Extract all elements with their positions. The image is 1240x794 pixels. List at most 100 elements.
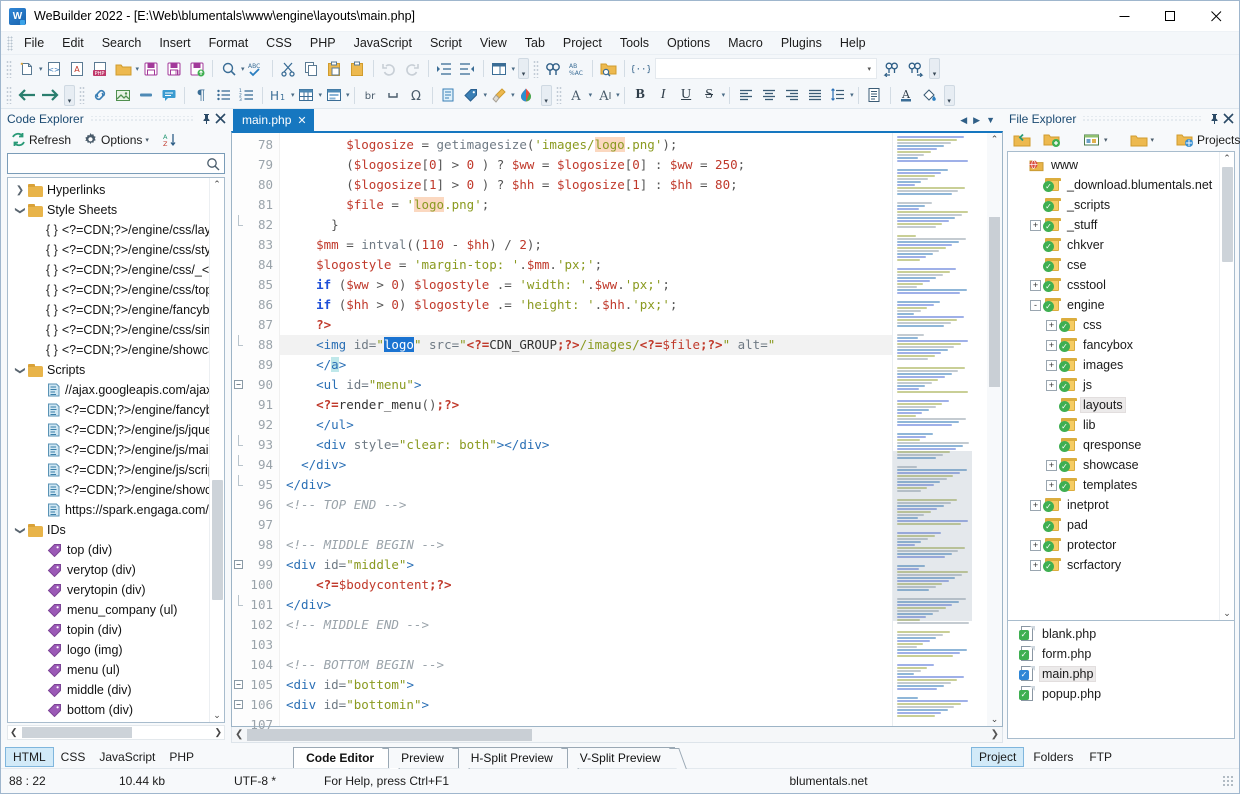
code-line[interactable]: $logostyle = 'margin-top: '.$mm.'px;';	[280, 255, 892, 275]
code-explorer-item[interactable]: { }<?=CDN;?>/engine/css/style	[8, 240, 209, 260]
file-tree-item[interactable]: +✓showcase	[1008, 455, 1219, 475]
toolbar-overflow-3[interactable]: ▾	[64, 85, 75, 106]
panel-drag-dots[interactable]	[90, 116, 193, 122]
clipboard-icon[interactable]	[346, 57, 369, 80]
file-tree-item[interactable]: +✓js	[1008, 375, 1219, 395]
code-line[interactable]: ?>	[280, 315, 892, 335]
scroll-up-icon[interactable]: ⌃	[1223, 153, 1231, 164]
code-line[interactable]: </div>	[280, 475, 892, 495]
close-icon[interactable]	[213, 112, 227, 126]
code-explorer-item[interactable]: middle (div)	[8, 680, 209, 700]
code-explorer-item[interactable]: <?=CDN;?>/engine/js/main.	[8, 440, 209, 460]
new-file-caret[interactable]: ▾	[39, 65, 43, 73]
font-color-icon[interactable]: A	[895, 84, 918, 107]
code-explorer-item[interactable]: top (div)	[8, 540, 209, 560]
panel-layout-icon[interactable]	[488, 57, 511, 80]
code-explorer-item[interactable]: menu_company (ul)	[8, 600, 209, 620]
code-line[interactable]: ($logosize[1] > 0 ) ? $hh = $logosize[1]…	[280, 175, 892, 195]
editor-scroll-right-icon[interactable]: ❯	[991, 729, 999, 740]
code-line[interactable]: <div id="bottom">	[280, 675, 892, 695]
folder-select-caret[interactable]: ▾	[1151, 136, 1155, 144]
menu-php[interactable]: PHP	[301, 33, 345, 53]
code-minimap[interactable]	[892, 133, 987, 726]
file-tree-item[interactable]: ✓_download.blumentals.net	[1008, 175, 1219, 195]
align-center-icon[interactable]	[757, 84, 780, 107]
table-icon[interactable]	[295, 84, 318, 107]
file-tree-item[interactable]: ✓cse	[1008, 255, 1219, 275]
file-list-item[interactable]: ✓main.php	[1008, 664, 1234, 684]
scroll-down-icon[interactable]: ⌄	[213, 710, 221, 721]
find-icon[interactable]	[217, 57, 240, 80]
align-right-icon[interactable]	[780, 84, 803, 107]
file-tree-item[interactable]: www	[1008, 155, 1219, 175]
expand-toggle[interactable]: +	[1043, 480, 1060, 491]
fold-collapse-icon[interactable]: −	[234, 680, 243, 689]
code-explorer-hscrollbar[interactable]: ❮ ❯	[7, 725, 225, 740]
cut-icon[interactable]	[277, 57, 300, 80]
code-line[interactable]	[280, 635, 892, 655]
code-line[interactable]: </div>	[280, 595, 892, 615]
explorer-tab-folders[interactable]: Folders	[1026, 748, 1080, 766]
editor-scrollbar[interactable]: ⌃ ⌄	[987, 133, 1002, 726]
menu-macro[interactable]: Macro	[719, 33, 772, 53]
font-size-icon[interactable]: A	[592, 84, 615, 107]
menu-script[interactable]: Script	[421, 33, 471, 53]
code-line[interactable]: <?=$bodycontent;?>	[280, 575, 892, 595]
code-explorer-item[interactable]: { }<?=CDN;?>/engine/css/layo	[8, 220, 209, 240]
align-left-icon[interactable]	[734, 84, 757, 107]
hscroll-thumb[interactable]	[22, 727, 132, 738]
code-line[interactable]: ($logosize[0] > 0 ) ? $ww = $logosize[0]…	[280, 155, 892, 175]
pin-icon[interactable]	[1207, 112, 1221, 126]
scroll-left-icon[interactable]: ❮	[10, 727, 18, 738]
code-explorer-item[interactable]: <?=CDN;?>/engine/js/script	[8, 460, 209, 480]
font-name-icon[interactable]: A	[565, 84, 588, 107]
file-tree-item[interactable]: +✓templates	[1008, 475, 1219, 495]
heading-caret[interactable]: ▾	[291, 91, 295, 99]
special-char-icon[interactable]: Ω	[405, 84, 428, 107]
code-line[interactable]: <img id="logo" src="<?=CDN_GROUP;?>/imag…	[280, 335, 892, 355]
insert-image-icon[interactable]	[111, 84, 134, 107]
code-explorer-item[interactable]: topin (div)	[8, 620, 209, 640]
line-break-icon[interactable]: br	[359, 84, 382, 107]
tab-prev-icon[interactable]: ◀	[960, 115, 967, 126]
scroll-track[interactable]	[1222, 164, 1233, 608]
toolbar-grip-3[interactable]	[6, 86, 12, 104]
tab-close-icon[interactable]: ✕	[297, 114, 306, 127]
tag-icon[interactable]	[460, 84, 483, 107]
strikethrough-icon[interactable]: S	[698, 84, 721, 107]
code-explorer-item[interactable]: { }<?=CDN;?>/engine/fancybo	[8, 300, 209, 320]
script-block-icon[interactable]	[437, 84, 460, 107]
toolbar-grip[interactable]	[6, 60, 12, 78]
code-explorer-search[interactable]	[7, 153, 225, 174]
chevron-down-icon[interactable]: ❮	[15, 362, 26, 378]
view-tab-h-split-preview[interactable]: H-Split Preview	[458, 747, 567, 768]
code-line[interactable]: <!-- MIDDLE END -->	[280, 615, 892, 635]
pin-icon[interactable]	[199, 112, 213, 126]
scroll-thumb[interactable]	[212, 480, 223, 600]
toolbar-overflow-1[interactable]: ▾	[518, 58, 529, 79]
code-explorer-search-input[interactable]	[12, 156, 206, 172]
menu-options[interactable]: Options	[658, 33, 719, 53]
code-explorer-item[interactable]: ❮Scripts	[8, 360, 209, 380]
snippet-icon[interactable]: {··}	[629, 57, 652, 80]
file-tree-item[interactable]: -✓engine	[1008, 295, 1219, 315]
indent-icon[interactable]	[433, 57, 456, 80]
spellcheck-icon[interactable]: ABC	[245, 57, 268, 80]
code-line[interactable]: <!-- TOP END -->	[280, 495, 892, 515]
open-file-icon[interactable]	[112, 57, 135, 80]
code-explorer-item[interactable]: { }<?=CDN;?>/engine/css/_<?:	[8, 260, 209, 280]
file-tree-item[interactable]: +✓csstool	[1008, 275, 1219, 295]
editor-scroll-up-icon[interactable]: ⌃	[991, 134, 999, 145]
code-explorer-item[interactable]: { }<?=CDN;?>/engine/showcas	[8, 340, 209, 360]
view-mode-button[interactable]: ▾	[1078, 130, 1113, 150]
code-explorer-item[interactable]: //ajax.googleapis.com/ajax/	[8, 380, 209, 400]
language-tab-php[interactable]: PHP	[162, 748, 201, 766]
code-line[interactable]: $mm = intval((110 - $hh) / 2);	[280, 235, 892, 255]
line-spacing-caret[interactable]: ▾	[850, 91, 854, 99]
menu-project[interactable]: Project	[554, 33, 611, 53]
menu-edit[interactable]: Edit	[53, 33, 93, 53]
projects-button[interactable]: Projects	[1171, 130, 1240, 150]
expand-toggle[interactable]: +	[1043, 380, 1060, 391]
code-explorer-item[interactable]: ❮IDs	[8, 520, 209, 540]
tab-next-icon[interactable]: ▶	[973, 115, 980, 126]
